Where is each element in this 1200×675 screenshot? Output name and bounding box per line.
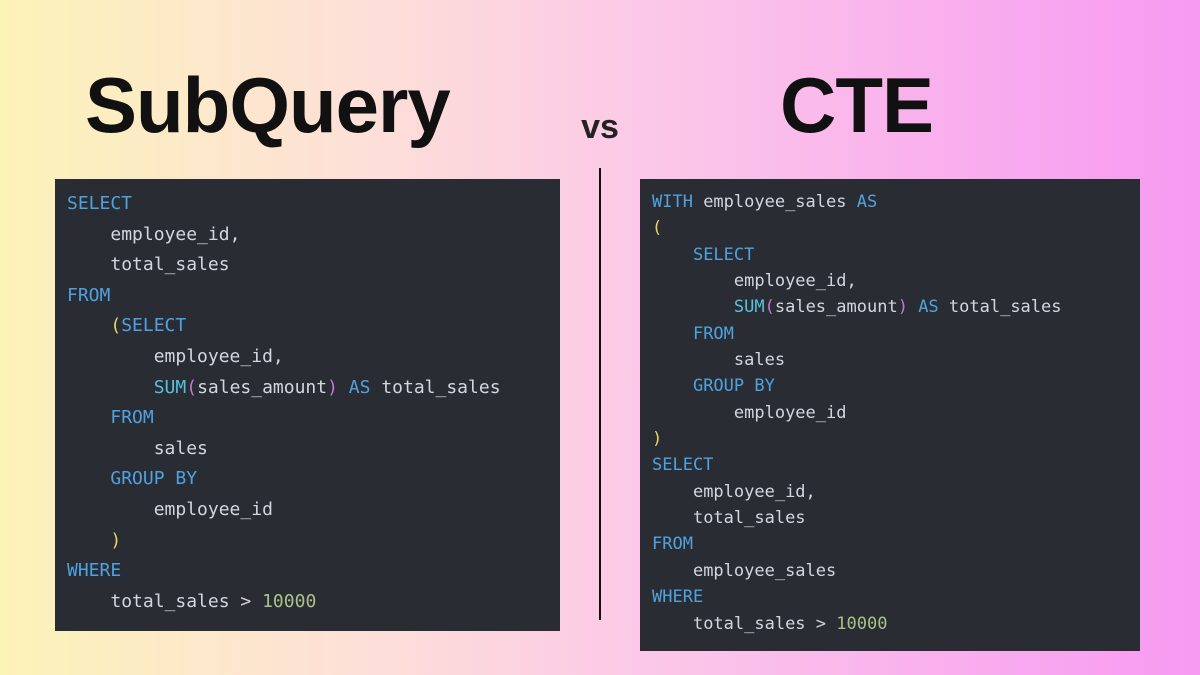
subquery-code-block: SELECT employee_id, total_sales FROM (SE… — [55, 179, 560, 631]
left-column: SubQuery SELECT employee_id, total_sales… — [0, 60, 600, 631]
divider-line — [599, 168, 601, 620]
cte-code-block: WITH employee_sales AS ( SELECT employee… — [640, 179, 1140, 651]
vs-label: vs — [581, 108, 619, 147]
left-title: SubQuery — [65, 60, 450, 151]
right-column: CTE WITH employee_sales AS ( SELECT empl… — [600, 60, 1200, 651]
right-title: CTE — [640, 60, 933, 151]
